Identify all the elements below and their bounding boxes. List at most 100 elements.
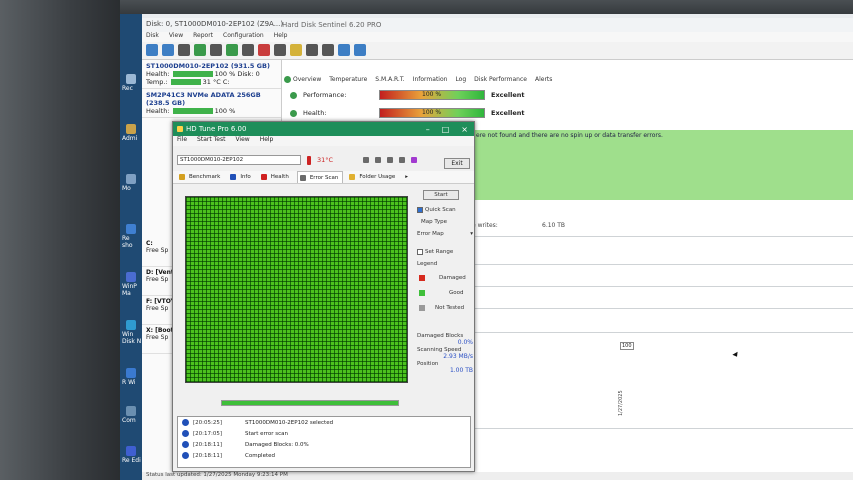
hds-tabs: Overview Temperature S.M.A.R.T. Informat…	[284, 72, 552, 86]
legend-label: Legend	[417, 261, 438, 267]
disk-icon[interactable]	[178, 44, 190, 56]
scanning-speed-value: 2.93 MB/s	[443, 353, 473, 360]
hds-title-bar: Disk: 0, ST1000DM010-2EP102 (Z9A...) Har…	[142, 18, 853, 32]
desktop-icon[interactable]: Admi	[122, 124, 142, 142]
damaged-swatch	[419, 274, 425, 281]
disk-entry[interactable]: ST1000DM010-2EP102 (931.5 GB) Health: 10…	[142, 60, 281, 89]
menu-disk[interactable]: Disk	[146, 32, 159, 42]
tab-overview[interactable]: Overview	[284, 72, 321, 86]
event-log: [20:05:25] ST1000DM010-2EP102 selected [2…	[177, 416, 471, 468]
divider	[472, 286, 853, 287]
surface-icon[interactable]	[210, 44, 222, 56]
hds-menu-bar: Disk View Report Configuration Help	[142, 32, 853, 42]
menu-start-test[interactable]: Start Test	[197, 136, 225, 146]
divider	[472, 264, 853, 265]
desktop-icon[interactable]: Mo	[122, 174, 142, 192]
legend-item: Good	[417, 285, 473, 300]
chart-marker: 100	[620, 342, 634, 350]
desktop-icon[interactable]: Rec	[122, 74, 142, 92]
paste-icon[interactable]	[375, 157, 382, 163]
report-icon[interactable]	[274, 44, 286, 56]
maximize-button[interactable]: □	[442, 125, 450, 134]
status-bar: Status last updated: 1/27/2025 Monday 9:…	[142, 472, 853, 480]
update-icon[interactable]	[162, 44, 174, 56]
tab-alerts[interactable]: Alerts	[535, 72, 552, 86]
mail-icon[interactable]	[290, 44, 302, 56]
help-icon[interactable]	[338, 44, 350, 56]
health-bar	[172, 71, 213, 77]
set-range-checkbox[interactable]	[417, 249, 423, 255]
tab-benchmark[interactable]: Benchmark	[177, 171, 224, 183]
menu-view[interactable]: View	[235, 136, 249, 146]
tab-error-scan[interactable]: Error Scan	[296, 171, 344, 183]
start-button[interactable]: Start	[423, 190, 459, 200]
monitor-icon	[126, 174, 136, 184]
legend-item: Damaged	[417, 270, 473, 285]
check-icon	[284, 75, 291, 83]
info-icon	[230, 174, 237, 180]
desktop-icon[interactable]: Re Edi	[122, 446, 142, 464]
desktop-icon[interactable]: WinP Ma	[122, 272, 142, 297]
menu-configuration[interactable]: Configuration	[223, 32, 264, 42]
check-icon[interactable]	[226, 44, 238, 56]
tab-folder-usage[interactable]: Folder Usage	[347, 171, 399, 183]
camera-icon[interactable]	[387, 157, 394, 163]
scan-options: Start Quick Scan Map Type Error Map ▾ Set…	[417, 190, 473, 374]
set-range-option[interactable]: Set Range	[417, 246, 473, 258]
hdt-tabs: Benchmark Info Health Error Scan Folder …	[173, 171, 474, 184]
desktop-icon[interactable]: Com	[122, 406, 142, 424]
download-icon[interactable]	[411, 157, 418, 163]
quick-scan-checkbox[interactable]	[417, 207, 423, 213]
menu-help[interactable]: Help	[260, 136, 274, 146]
info-icon	[182, 441, 189, 448]
performance-bar: 100 %	[379, 90, 485, 100]
magnifier-icon	[299, 174, 306, 181]
tab-smart[interactable]: S.M.A.R.T.	[375, 72, 404, 86]
info-lines	[472, 208, 853, 478]
menu-file[interactable]: File	[177, 136, 187, 146]
disk-icon	[126, 320, 136, 330]
info-icon[interactable]	[354, 44, 366, 56]
tab-information[interactable]: Information	[413, 72, 448, 86]
log-entry: [20:17:05] Start error scan	[178, 428, 470, 439]
close-button[interactable]: ×	[461, 125, 468, 134]
tab-scroll-right[interactable]: ▸	[403, 171, 410, 183]
hdt-title-bar: HD Tune Pro 6.00 – □ ×	[173, 122, 474, 136]
chevron-down-icon: ▾	[470, 231, 473, 237]
desktop-icon[interactable]: Re sho	[122, 224, 142, 249]
drive-select[interactable]: ST1000DM010-2EP102	[177, 155, 301, 165]
refresh-icon[interactable]	[146, 44, 158, 56]
temperature-value: 31°C	[317, 156, 334, 164]
exit-button[interactable]: Exit	[444, 158, 470, 169]
tab-disk-performance[interactable]: Disk Performance	[474, 72, 527, 86]
quick-scan-option[interactable]: Quick Scan	[417, 204, 473, 216]
drive-icon[interactable]	[242, 44, 254, 56]
tab-info[interactable]: Info	[228, 171, 254, 183]
disk-icon[interactable]	[399, 157, 406, 163]
desktop-icon[interactable]: R Wi	[122, 368, 142, 386]
divider	[472, 428, 853, 429]
check-icon	[290, 91, 297, 99]
gear-icon[interactable]	[322, 44, 334, 56]
chart-date: 1/27/2025	[618, 390, 624, 416]
menu-view[interactable]: View	[169, 32, 183, 42]
hdt-menu-bar: File Start Test View Help	[173, 136, 474, 146]
desktop-strip: Rec Admi Mo Re sho WinP Ma Win Disk N R …	[120, 14, 142, 480]
menu-help[interactable]: Help	[274, 32, 288, 42]
disk-entry[interactable]: SM2P41C3 NVMe ADATA 256GB (238.5 GB) Hea…	[142, 89, 281, 118]
tab-temperature[interactable]: Temperature	[329, 72, 367, 86]
test-icon[interactable]	[194, 44, 206, 56]
error-scan-map	[185, 196, 408, 383]
desktop-icon[interactable]: Win Disk N	[122, 320, 142, 345]
tab-health[interactable]: Health	[259, 171, 293, 183]
copy-icon[interactable]	[363, 157, 370, 163]
map-type-select[interactable]: Error Map ▾	[417, 228, 473, 240]
recycle-bin-icon	[126, 74, 136, 84]
hds-toolbar	[142, 42, 853, 60]
alert-icon[interactable]	[258, 44, 270, 56]
tab-log[interactable]: Log	[455, 72, 466, 86]
damaged-blocks-value: 0.0%	[457, 339, 473, 346]
menu-report[interactable]: Report	[193, 32, 213, 42]
settings-icon[interactable]	[306, 44, 318, 56]
minimize-button[interactable]: –	[426, 125, 430, 134]
